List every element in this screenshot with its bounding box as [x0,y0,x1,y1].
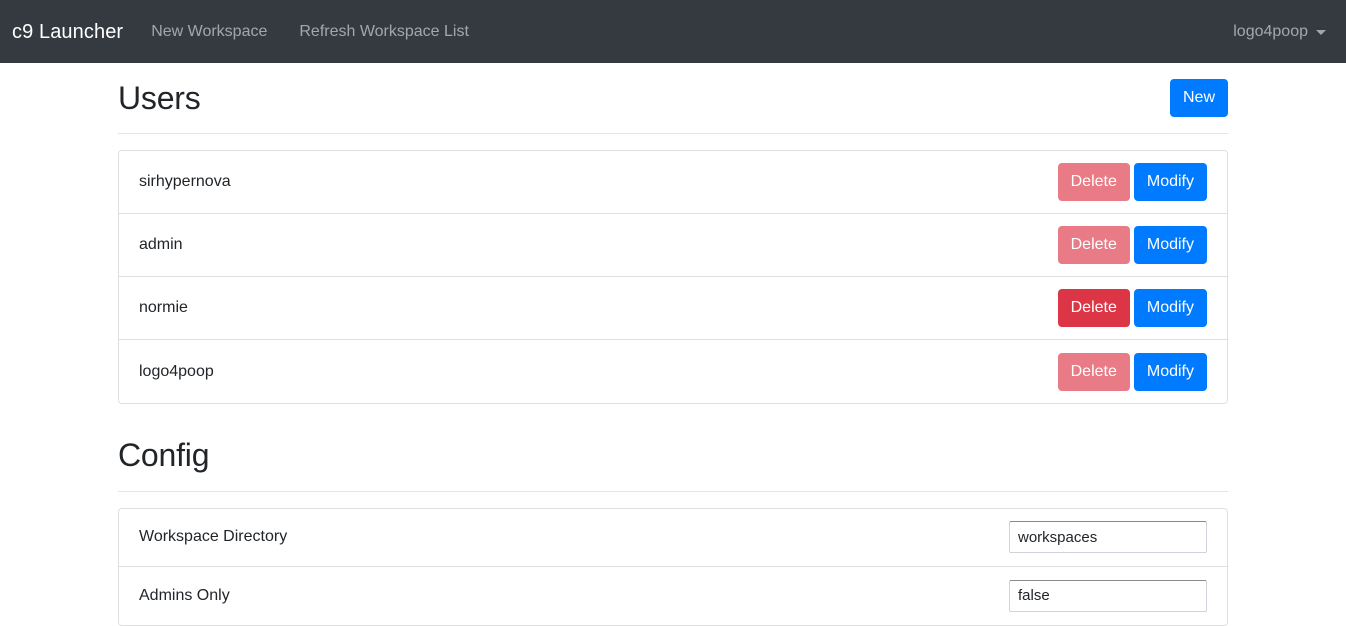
navbar-brand[interactable]: c9 Launcher [12,22,123,42]
navbar-links: New Workspace Refresh Workspace List [135,16,485,48]
delete-user-button[interactable]: Delete [1057,226,1130,265]
admins-only-input[interactable] [1009,579,1207,612]
row-actions: Delete Modify [1057,163,1207,202]
row-actions: Delete Modify [1057,226,1207,265]
chevron-down-icon [1316,30,1326,35]
users-section-header: Users New [118,63,1228,118]
modify-user-button[interactable]: Modify [1133,163,1207,202]
config-row-workspace-directory: Workspace Directory [119,508,1227,567]
table-row: normie Delete Modify [119,277,1227,341]
username-label: sirhypernova [139,173,231,191]
username-label: logo4poop [139,362,214,380]
table-row: admin Delete Modify [119,214,1227,278]
row-actions: Delete Modify [1057,289,1207,328]
delete-user-button[interactable]: Delete [1057,163,1130,202]
username-label: admin [139,236,183,254]
page-title-users: Users [118,80,201,116]
modify-user-button[interactable]: Modify [1133,226,1207,265]
main-container: Users New sirhypernova Delete Modify adm… [118,63,1228,626]
modify-user-button[interactable]: Modify [1133,352,1207,391]
user-menu[interactable]: logo4poop [1217,16,1330,48]
table-row: logo4poop Delete Modify [119,340,1227,404]
user-menu-label: logo4poop [1233,22,1308,40]
row-actions: Delete Modify [1057,352,1207,391]
config-list: Workspace Directory Admins Only [118,507,1228,626]
users-divider [118,133,1228,135]
delete-user-button[interactable]: Delete [1057,352,1130,391]
new-user-button[interactable]: New [1169,79,1228,118]
username-label: normie [139,299,188,317]
workspace-directory-input[interactable] [1009,521,1207,554]
nav-link-new-workspace[interactable]: New Workspace [135,16,283,48]
nav-link-refresh-workspace-list[interactable]: Refresh Workspace List [283,16,485,48]
table-row: sirhypernova Delete Modify [119,151,1227,215]
config-label: Admins Only [139,586,230,604]
config-divider [118,490,1228,492]
delete-user-button[interactable]: Delete [1057,289,1130,328]
top-navbar: c9 Launcher New Workspace Refresh Worksp… [0,0,1346,63]
config-row-admins-only: Admins Only [119,566,1227,625]
config-label: Workspace Directory [139,528,288,546]
modify-user-button[interactable]: Modify [1133,289,1207,328]
config-section-header: Config [118,404,1228,474]
page-title-config: Config [118,437,210,474]
users-list: sirhypernova Delete Modify admin Delete … [118,150,1228,405]
